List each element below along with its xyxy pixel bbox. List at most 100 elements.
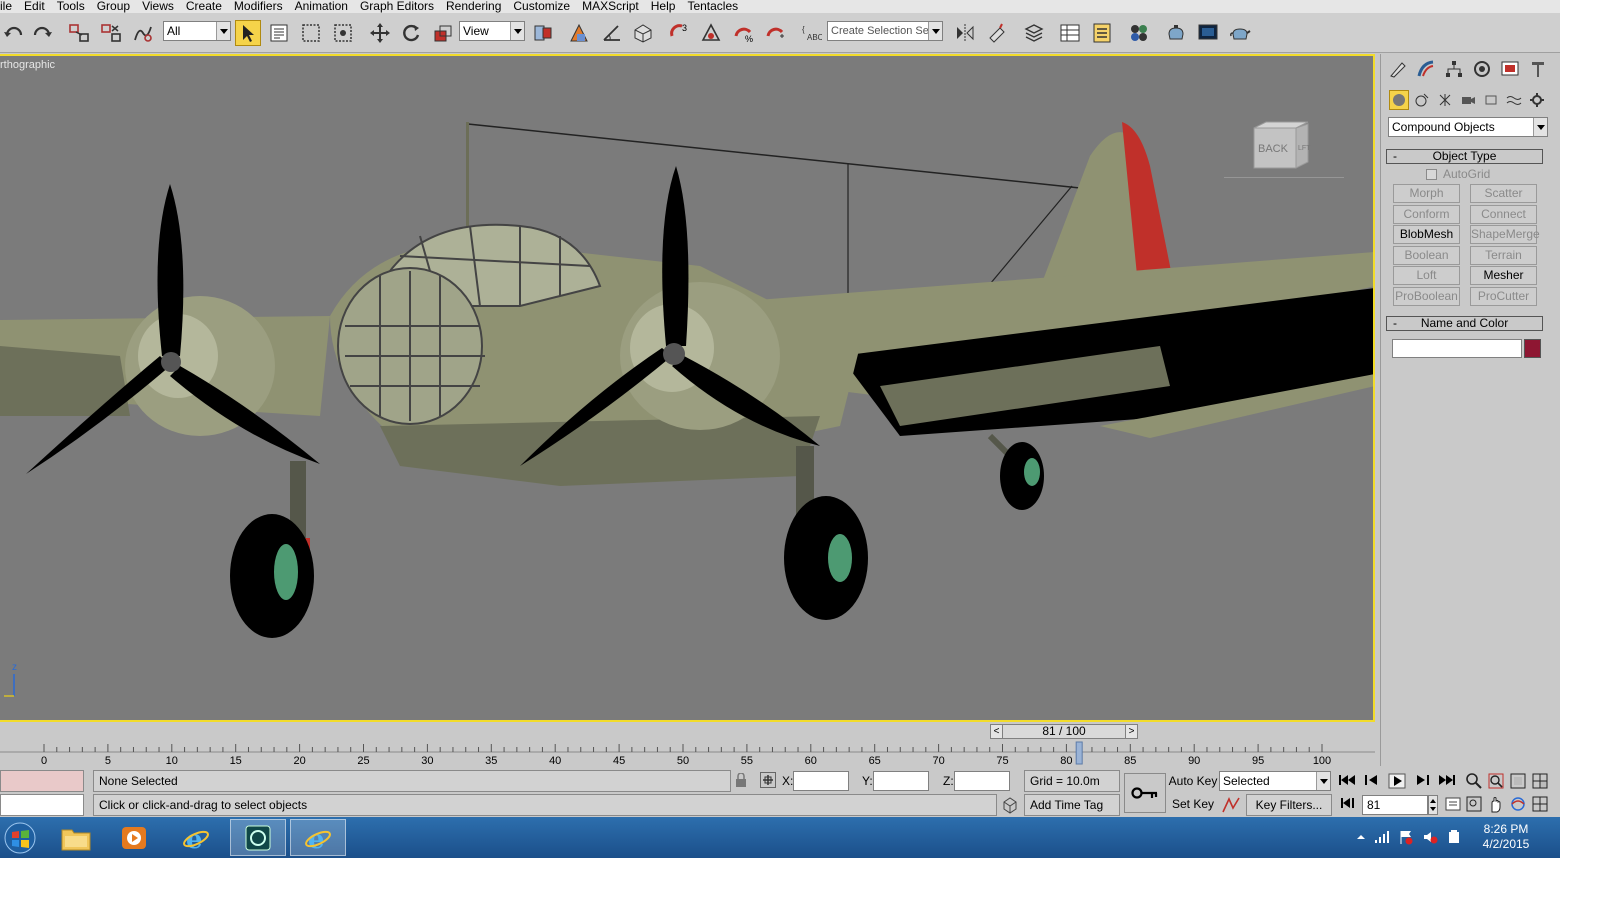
select-by-name-icon[interactable] (266, 20, 292, 46)
morph-button[interactable]: Morph (1393, 184, 1460, 203)
perspective-viewport[interactable]: rthographic z BACK LFT (0, 54, 1375, 722)
render-teapot-icon[interactable] (1227, 20, 1253, 46)
conform-button[interactable]: Conform (1393, 204, 1460, 224)
set-key-big-button[interactable] (1124, 773, 1166, 813)
shapemerge-button[interactable]: ShapeMerge (1470, 225, 1540, 245)
mirror-snap-icon[interactable]: % (730, 20, 756, 46)
menu-item-help[interactable]: Help (645, 0, 682, 13)
proboolean-button[interactable]: ProBoolean (1393, 287, 1460, 306)
go-to-start-icon[interactable] (1338, 773, 1356, 787)
systems-icon[interactable] (1527, 90, 1547, 110)
go-to-end-icon[interactable] (1438, 773, 1456, 787)
time-slider-thumb[interactable]: < 81 / 100 > (990, 724, 1138, 739)
hierarchy-tab-icon[interactable] (1443, 58, 1465, 80)
key-mode-toggle-icon[interactable] (1340, 796, 1358, 814)
reference-coordinate-dropdown[interactable]: View (459, 21, 525, 41)
render-setup-icon[interactable] (1163, 20, 1189, 46)
maxscript-listener-input[interactable] (0, 794, 84, 816)
set-key-button[interactable]: Set Key (1168, 794, 1218, 814)
object-category-dropdown[interactable]: Compound Objects (1388, 117, 1548, 137)
time-tag-icon[interactable] (1001, 796, 1019, 814)
chevron-down-icon[interactable] (928, 22, 942, 40)
display-tab-icon[interactable] (1499, 58, 1521, 80)
chevron-down-icon[interactable] (510, 22, 524, 40)
rect-region-icon[interactable] (298, 20, 324, 46)
key-mode-dropdown[interactable]: Selected (1219, 771, 1331, 791)
spacewarps-icon[interactable] (1504, 90, 1524, 110)
start-button[interactable] (0, 819, 40, 856)
action-center-flag-icon[interactable] (1398, 829, 1414, 845)
mesher-button[interactable]: Mesher (1470, 266, 1537, 286)
field-of-view-icon[interactable] (1465, 795, 1483, 813)
menu-item-ile[interactable]: ile (0, 0, 18, 13)
menu-item-modifiers[interactable]: Modifiers (228, 0, 289, 13)
3dsmax-taskbar-icon[interactable] (230, 819, 286, 856)
absolute-mode-icon[interactable] (760, 772, 776, 788)
menu-item-graph-editors[interactable]: Graph Editors (354, 0, 440, 13)
zoom-all-icon[interactable] (1487, 772, 1505, 790)
rendered-frame-icon[interactable] (1195, 20, 1221, 46)
time-slider-prev[interactable]: < (991, 725, 1003, 738)
maximize-viewport-icon[interactable] (1531, 795, 1549, 813)
z-coordinate-field[interactable] (954, 771, 1010, 791)
play-icon[interactable] (1388, 773, 1406, 789)
blobmesh-button[interactable]: BlobMesh (1393, 225, 1460, 245)
menu-item-animation[interactable]: Animation (289, 0, 354, 13)
y-coordinate-field[interactable] (873, 771, 929, 791)
undo-icon[interactable] (1, 20, 27, 46)
unlink-icon[interactable] (98, 20, 124, 46)
chevron-down-icon[interactable] (216, 22, 230, 40)
connect-button[interactable]: Connect (1470, 204, 1537, 224)
cameras-icon[interactable] (1458, 90, 1478, 110)
align-icon[interactable] (984, 20, 1010, 46)
name-color-rollout[interactable]: - Name and Color (1386, 316, 1543, 331)
menu-item-create[interactable]: Create (180, 0, 228, 13)
scatter-button[interactable]: Scatter (1470, 184, 1537, 203)
object-color-swatch[interactable] (1524, 339, 1541, 358)
window-crossing-icon[interactable] (330, 20, 356, 46)
menu-item-edit[interactable]: Edit (18, 0, 51, 13)
spinner-icon[interactable] (762, 20, 788, 46)
zoom-extents-all-icon[interactable] (1531, 772, 1549, 790)
menu-item-rendering[interactable]: Rendering (440, 0, 507, 13)
object-name-field[interactable] (1392, 339, 1522, 358)
checkbox-icon[interactable] (1426, 168, 1437, 180)
zoom-extents-icon[interactable] (1509, 772, 1527, 790)
geometry-icon[interactable] (1389, 90, 1409, 110)
tray-expand-icon[interactable] (1356, 832, 1366, 842)
previous-frame-icon[interactable] (1363, 773, 1381, 787)
menu-item-tentacles[interactable]: Tentacles (681, 0, 744, 13)
spinner-snap-icon[interactable]: 3 (666, 20, 692, 46)
snap-toggle-icon[interactable] (566, 20, 592, 46)
menu-item-views[interactable]: Views (136, 0, 180, 13)
time-configuration-icon[interactable] (1444, 795, 1462, 813)
taskbar-clock[interactable]: 8:26 PM 4/2/2015 (1466, 822, 1546, 852)
angle-snap-icon[interactable] (598, 20, 624, 46)
current-frame-field[interactable]: 81 (1362, 795, 1428, 815)
trackbar-current-frame-marker[interactable] (1075, 741, 1083, 765)
internet-explorer-icon[interactable]: e (168, 819, 224, 856)
chevron-down-icon[interactable] (1316, 772, 1330, 790)
select-object-icon[interactable] (235, 20, 261, 46)
create-tab-icon[interactable] (1387, 58, 1409, 80)
menu-item-tools[interactable]: Tools (51, 0, 91, 13)
rotate-icon[interactable] (398, 20, 424, 46)
menu-item-group[interactable]: Group (91, 0, 136, 13)
terrain-button[interactable]: Terrain (1470, 245, 1537, 265)
procutter-button[interactable]: ProCutter (1470, 287, 1537, 306)
bind-spacewarp-icon[interactable] (130, 20, 156, 46)
pivot-center-icon[interactable] (530, 20, 556, 46)
edit-named-selection-icon[interactable] (698, 20, 724, 46)
selection-set-dropdown[interactable]: Create Selection Set (827, 21, 943, 41)
selection-filter-dropdown[interactable]: All (163, 21, 231, 41)
key-filters-button[interactable]: Key Filters... (1246, 794, 1332, 816)
material-editor-icon[interactable] (1126, 20, 1152, 46)
media-player-icon[interactable] (106, 819, 162, 856)
autogrid-checkbox[interactable]: AutoGrid (1426, 167, 1490, 181)
scale-icon[interactable] (430, 20, 456, 46)
key-filter-curve-icon[interactable] (1221, 796, 1241, 814)
zoom-icon[interactable] (1465, 772, 1483, 790)
auto-key-button[interactable]: Auto Key (1168, 771, 1218, 791)
file-explorer-icon[interactable] (48, 819, 104, 856)
redo-icon[interactable] (29, 20, 55, 46)
